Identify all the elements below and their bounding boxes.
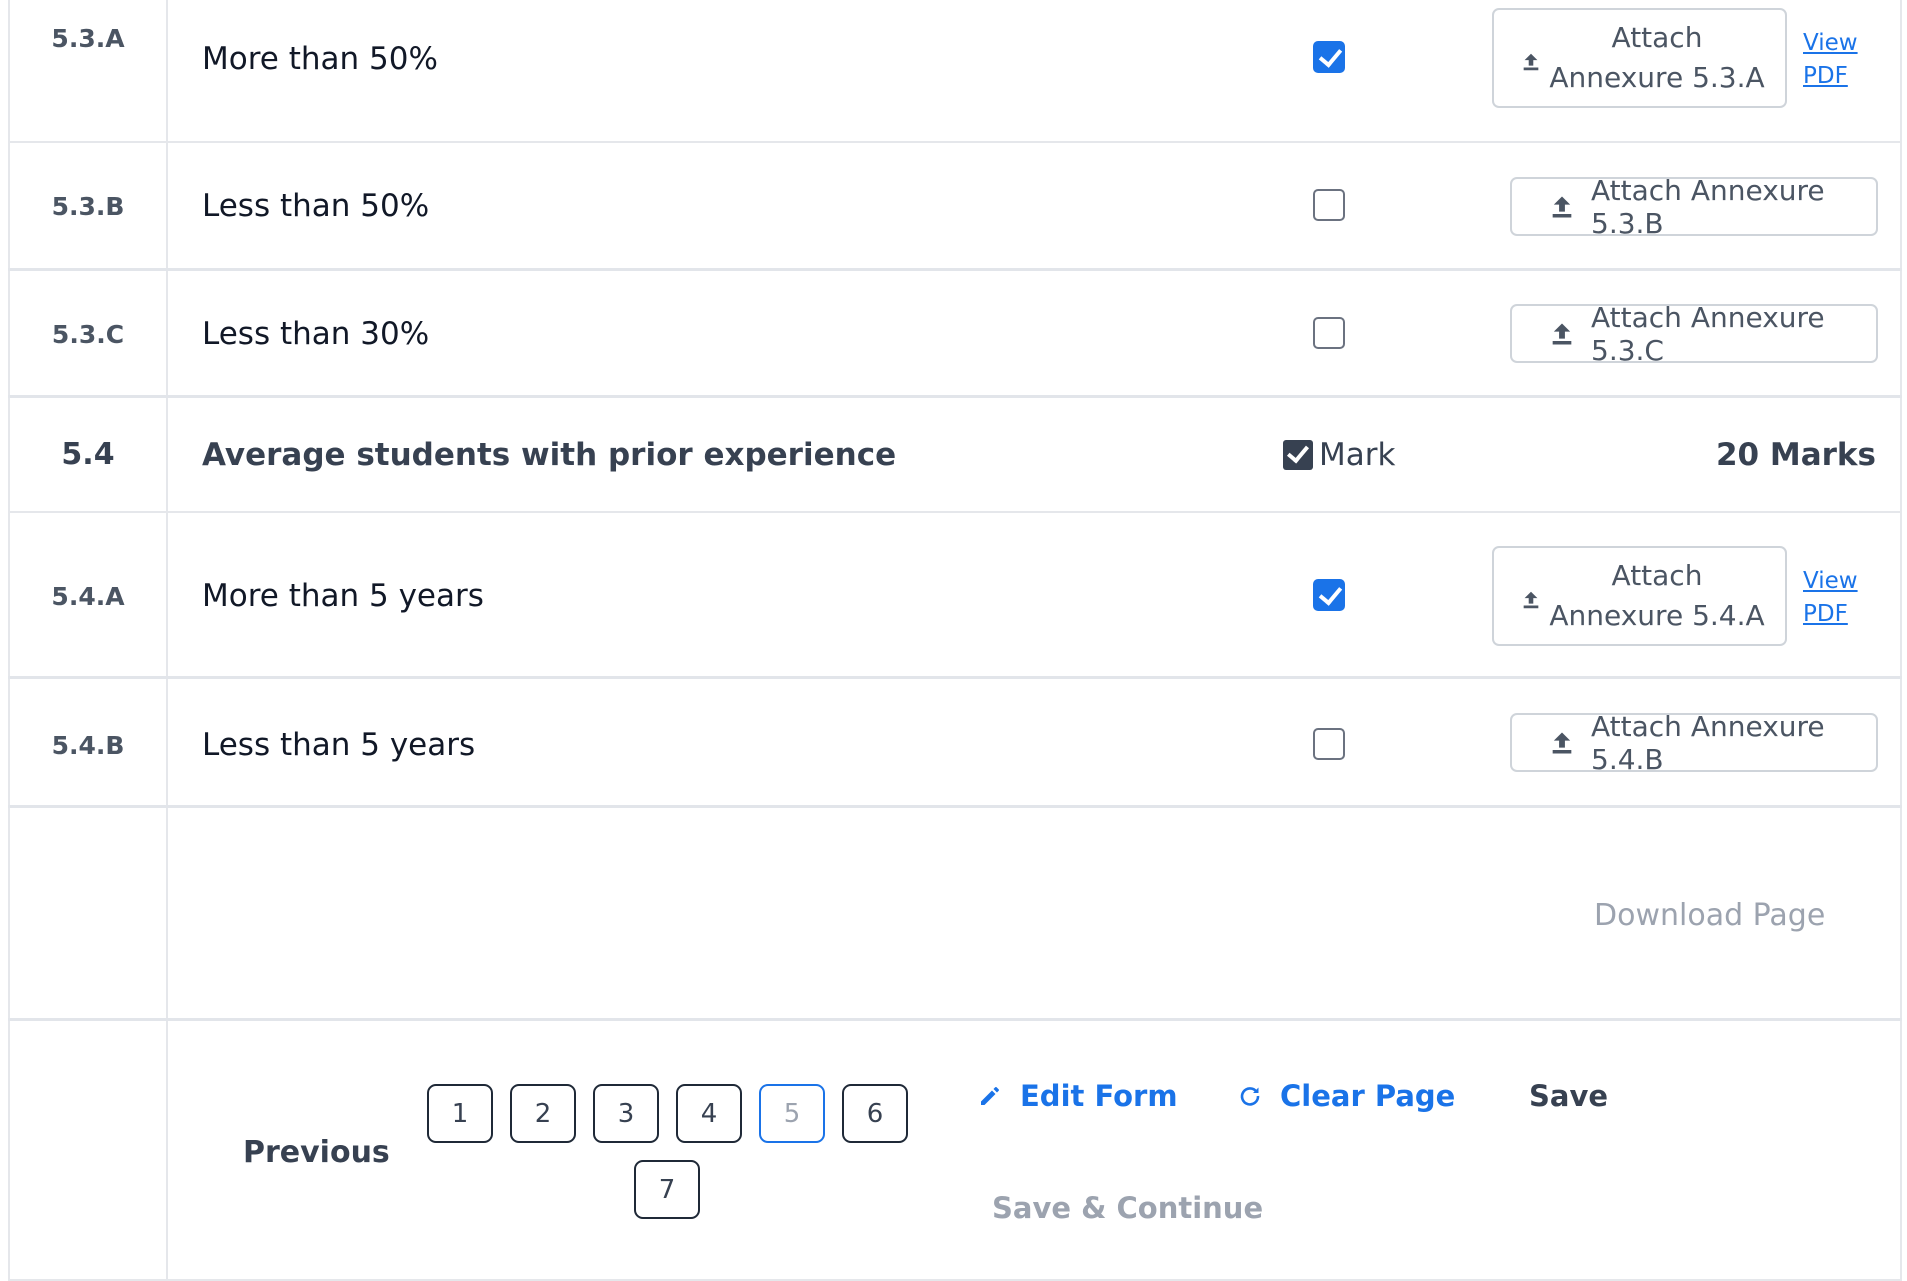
option-row-5-4-a: 5.4.A More than 5 years Attach Annexure 5…: [8, 513, 1902, 679]
option-row-5-4-b: 5.4.B Less than 5 years Attach Annexure …: [8, 679, 1902, 808]
option-label: Less than 30%: [202, 316, 430, 352]
attach-label-line2: Annexure 5.4.A: [1549, 599, 1765, 632]
upload-icon: [1520, 47, 1542, 71]
option-checkbox[interactable]: [1313, 189, 1345, 221]
option-row-5-3-a: 5.3.A More than 50% Attach Annexure 5.3.A…: [8, 0, 1902, 143]
attach-annexure-button[interactable]: Attach Annexure 5.3.B: [1510, 174, 1878, 240]
clear-page-button[interactable]: Clear Page: [1238, 1079, 1455, 1113]
page-button-7[interactable]: 7: [634, 1160, 700, 1219]
edit-form-button[interactable]: Edit Form: [978, 1079, 1178, 1113]
refresh-icon: [1240, 1087, 1260, 1106]
view-pdf-link[interactable]: View PDF: [1803, 27, 1863, 93]
form-footer: Previous 1 2 3 4 5 6 7 Edit Form Clear P…: [8, 1021, 1902, 1279]
attach-label: Attach Annexure 5.4.B: [1591, 709, 1825, 776]
page-button-3[interactable]: 3: [593, 1084, 659, 1143]
option-label: More than 50%: [202, 41, 438, 77]
attach-label-line2: Annexure 5.3.A: [1549, 61, 1765, 94]
row-code: 5.3.B: [51, 192, 125, 221]
page-button-2[interactable]: 2: [510, 1084, 576, 1143]
upload-icon: [1548, 193, 1576, 221]
download-page-button[interactable]: Download Page: [1594, 898, 1825, 933]
criterion-title: Average students with prior experience: [202, 437, 897, 473]
page-button-1[interactable]: 1: [427, 1084, 493, 1143]
row-code: 5.3.C: [51, 320, 125, 349]
mark-checkbox[interactable]: [1283, 440, 1313, 470]
marks-value: 20 Marks: [1715, 437, 1876, 473]
page-button-4[interactable]: 4: [676, 1084, 742, 1143]
attach-annexure-button[interactable]: Attach Annexure 5.3.C: [1510, 301, 1878, 367]
upload-icon: [1520, 585, 1542, 609]
row-code: 5.4.A: [51, 582, 125, 611]
attach-annexure-button[interactable]: Attach Annexure 5.4.A: [1492, 546, 1787, 646]
option-checkbox[interactable]: [1313, 41, 1345, 73]
attach-annexure-button[interactable]: Attach Annexure 5.4.B: [1510, 710, 1878, 776]
row-code: 5.3.A: [51, 24, 125, 53]
attach-label: Attach Annexure 5.3.C: [1591, 300, 1825, 367]
attach-label: Attach Annexure 5.3.B: [1591, 173, 1825, 240]
option-label: More than 5 years: [202, 578, 484, 614]
upload-icon: [1548, 729, 1576, 757]
mark-label: Mark: [1319, 437, 1396, 473]
previous-button[interactable]: Previous: [243, 1135, 390, 1170]
option-checkbox[interactable]: [1313, 579, 1345, 611]
attach-label-line1: Attach: [1611, 21, 1703, 54]
pencil-icon: [981, 1087, 999, 1105]
view-pdf-link[interactable]: View PDF: [1803, 565, 1863, 631]
attach-annexure-button[interactable]: Attach Annexure 5.3.A: [1492, 8, 1787, 108]
save-button[interactable]: Save: [1529, 1079, 1608, 1113]
option-label: Less than 50%: [202, 188, 430, 224]
upload-icon: [1548, 320, 1576, 348]
clear-page-label: Clear Page: [1280, 1079, 1456, 1113]
attach-label-line1: Attach: [1611, 559, 1703, 592]
edit-form-label: Edit Form: [1020, 1079, 1178, 1113]
download-row: Download Page: [8, 808, 1902, 1021]
option-row-5-3-c: 5.3.C Less than 30% Attach Annexure 5.3.…: [8, 271, 1902, 398]
page-button-6[interactable]: 6: [842, 1084, 908, 1143]
page-button-5-current[interactable]: 5: [759, 1084, 825, 1143]
criterion-code: 5.4: [61, 437, 115, 472]
option-row-5-3-b: 5.3.B Less than 50% Attach Annexure 5.3.…: [8, 143, 1902, 271]
criterion-row-5-4: 5.4 Average students with prior experien…: [8, 398, 1902, 513]
save-and-continue-button[interactable]: Save & Continue: [992, 1191, 1263, 1225]
option-checkbox[interactable]: [1313, 728, 1345, 760]
option-label: Less than 5 years: [202, 727, 476, 763]
option-checkbox[interactable]: [1313, 317, 1345, 349]
row-code: 5.4.B: [51, 731, 125, 760]
